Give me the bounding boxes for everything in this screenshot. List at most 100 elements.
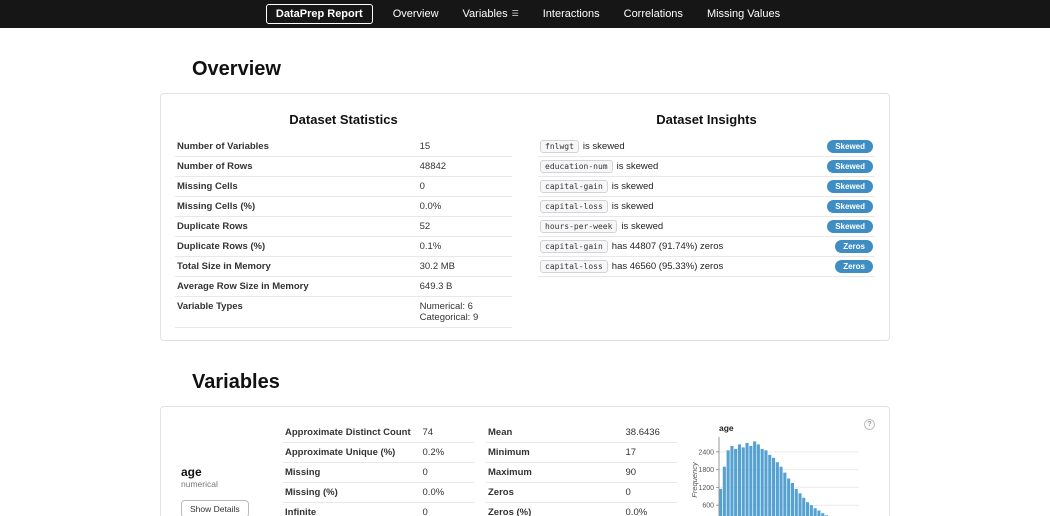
stat-label: Missing Cells (%) bbox=[175, 196, 418, 217]
stat-row: Duplicate Rows 52 bbox=[175, 216, 512, 237]
dataset-statistics-table: Number of Variables 15 Number of Rows 48842… bbox=[175, 137, 512, 328]
overview-card: Dataset Statistics Number of Variables 15… bbox=[160, 93, 890, 341]
insight-badge: Skewed bbox=[827, 140, 873, 153]
svg-text:age: age bbox=[719, 423, 734, 433]
insight-item: capital-loss is skewed Skewed bbox=[538, 197, 875, 217]
stat-row: Number of Rows 48842 bbox=[175, 156, 512, 177]
stat-value: 0 bbox=[420, 462, 474, 483]
insight-text-group: capital-gain has 44807 (91.74%) zeros bbox=[540, 240, 723, 253]
stat-value: 0.0% bbox=[420, 482, 474, 503]
menu-icon: ☰ bbox=[511, 9, 519, 18]
stat-label: Infinite bbox=[283, 502, 421, 516]
stat-row: Zeros (%) 0.0% bbox=[486, 502, 677, 516]
nav-item-missing-values-label: Missing Values bbox=[706, 8, 781, 20]
stat-value: 0.1% bbox=[417, 236, 512, 257]
stat-row: Missing 0 bbox=[283, 462, 474, 483]
variables-card: age numerical Show Details Approximate D… bbox=[160, 406, 890, 516]
insights-list: fnlwgt is skewed Skewed education-num is ske… bbox=[538, 137, 875, 277]
insight-text: is skewed bbox=[582, 141, 625, 152]
column-code-chip: fnlwgt bbox=[540, 140, 579, 153]
nav-item-variables-label: Variables bbox=[462, 8, 508, 20]
stat-label: Number of Rows bbox=[175, 156, 418, 177]
stat-row: Average Row Size in Memory 649.3 B bbox=[175, 276, 512, 297]
stat-value: 15 bbox=[417, 137, 512, 157]
stat-value: 0.0% bbox=[623, 502, 677, 516]
insight-text-group: education-num is skewed bbox=[540, 160, 658, 173]
insight-item: capital-gain is skewed Skewed bbox=[538, 177, 875, 197]
stat-value: 74 bbox=[420, 423, 474, 443]
insight-badge: Skewed bbox=[827, 160, 873, 173]
stat-label: Duplicate Rows bbox=[175, 216, 418, 237]
age-histogram-container: 60012001800240020406080ageageFrequency bbox=[689, 421, 875, 516]
stat-row: Infinite 0 bbox=[283, 502, 474, 516]
insight-item: hours-per-week is skewed Skewed bbox=[538, 217, 875, 237]
stat-value: Numerical: 6 Categorical: 9 bbox=[417, 296, 512, 328]
insight-item: fnlwgt is skewed Skewed bbox=[538, 137, 875, 157]
top-navbar: DataPrep Report Overview Variables ☰ Int… bbox=[0, 0, 1050, 28]
stat-label: Approximate Unique (%) bbox=[283, 442, 421, 463]
insight-item: education-num is skewed Skewed bbox=[538, 157, 875, 177]
stat-row: Minimum 17 bbox=[486, 442, 677, 463]
stat-value: 649.3 B bbox=[417, 276, 512, 297]
brand-button[interactable]: DataPrep Report bbox=[265, 4, 373, 24]
stat-value: 17 bbox=[623, 442, 677, 463]
variable-info-age: age numerical Show Details bbox=[175, 465, 271, 516]
insight-text: is skewed bbox=[616, 161, 659, 172]
age-chart-cell: ? 60012001800240020406080ageageFrequency bbox=[689, 419, 875, 516]
stat-value: 90 bbox=[623, 462, 677, 483]
stat-label: Approximate Distinct Count bbox=[283, 423, 421, 443]
nav-item-variables[interactable]: Variables ☰ bbox=[459, 5, 523, 23]
stat-row: Missing Cells 0 bbox=[175, 176, 512, 197]
insight-badge: Skewed bbox=[827, 180, 873, 193]
variables-section-title: Variables bbox=[192, 371, 280, 393]
stat-label: Mean bbox=[486, 423, 624, 443]
nav-item-interactions[interactable]: Interactions bbox=[539, 5, 604, 23]
nav-item-interactions-label: Interactions bbox=[542, 8, 600, 20]
age-stats-right-table: Mean 38.6436 Minimum 17 Maximum 90 Zeros 0 Zeros… bbox=[486, 423, 677, 516]
svg-text:1200: 1200 bbox=[698, 485, 714, 492]
stat-row: Maximum 90 bbox=[486, 462, 677, 483]
stat-label: Number of Variables bbox=[175, 137, 418, 157]
nav-item-overview[interactable]: Overview bbox=[389, 5, 443, 23]
insight-badge: Zeros bbox=[835, 260, 873, 273]
dataset-insights-panel: Dataset Insights fnlwgt is skewed Skewed ed… bbox=[538, 106, 875, 328]
insight-text: is skewed bbox=[611, 181, 654, 192]
insight-badge: Skewed bbox=[827, 200, 873, 213]
column-code-chip: capital-gain bbox=[540, 180, 608, 193]
age-histogram: 60012001800240020406080ageageFrequency bbox=[690, 423, 859, 516]
column-code-chip: education-num bbox=[540, 160, 613, 173]
stat-value: 52 bbox=[417, 216, 512, 237]
insight-text: has 46560 (95.33%) zeros bbox=[611, 261, 724, 272]
insight-text-group: capital-loss is skewed bbox=[540, 200, 654, 213]
dataset-statistics-panel: Dataset Statistics Number of Variables 15… bbox=[175, 106, 512, 328]
show-details-button[interactable]: Show Details bbox=[181, 499, 249, 516]
stat-value: 0 bbox=[420, 502, 474, 516]
insight-text-group: fnlwgt is skewed bbox=[540, 140, 625, 153]
stat-row: Approximate Distinct Count 74 bbox=[283, 423, 474, 443]
svg-text:Frequency: Frequency bbox=[690, 461, 699, 498]
stat-label: Minimum bbox=[486, 442, 624, 463]
help-icon[interactable]: ? bbox=[864, 419, 875, 430]
column-code-chip: hours-per-week bbox=[540, 220, 618, 233]
nav-item-overview-label: Overview bbox=[392, 8, 439, 20]
variable-name: age bbox=[181, 464, 202, 479]
stat-row: Approximate Unique (%) 0.2% bbox=[283, 442, 474, 463]
insight-badge: Skewed bbox=[827, 220, 873, 233]
stat-row: Zeros 0 bbox=[486, 482, 677, 503]
nav-item-missing-values[interactable]: Missing Values bbox=[703, 5, 784, 23]
stat-row: Duplicate Rows (%) 0.1% bbox=[175, 236, 512, 257]
column-code-chip: capital-gain bbox=[540, 240, 608, 253]
insight-item: capital-loss has 46560 (95.33%) zeros Zero… bbox=[538, 257, 875, 277]
insight-text: is skewed bbox=[611, 201, 654, 212]
column-code-chip: capital-loss bbox=[540, 260, 608, 273]
stat-value: 0.0% bbox=[417, 196, 512, 217]
stat-value: 30.2 MB bbox=[417, 256, 512, 277]
stat-label: Total Size in Memory bbox=[175, 256, 418, 277]
stat-label: Zeros (%) bbox=[486, 502, 624, 516]
stat-value: 48842 bbox=[417, 156, 512, 177]
stat-row: Variable Types Numerical: 6 Categorical: … bbox=[175, 296, 512, 328]
report-content: Overview Dataset Statistics Number of Va… bbox=[160, 58, 890, 516]
svg-text:600: 600 bbox=[702, 503, 714, 510]
stat-row: Number of Variables 15 bbox=[175, 137, 512, 157]
nav-item-correlations[interactable]: Correlations bbox=[620, 5, 687, 23]
